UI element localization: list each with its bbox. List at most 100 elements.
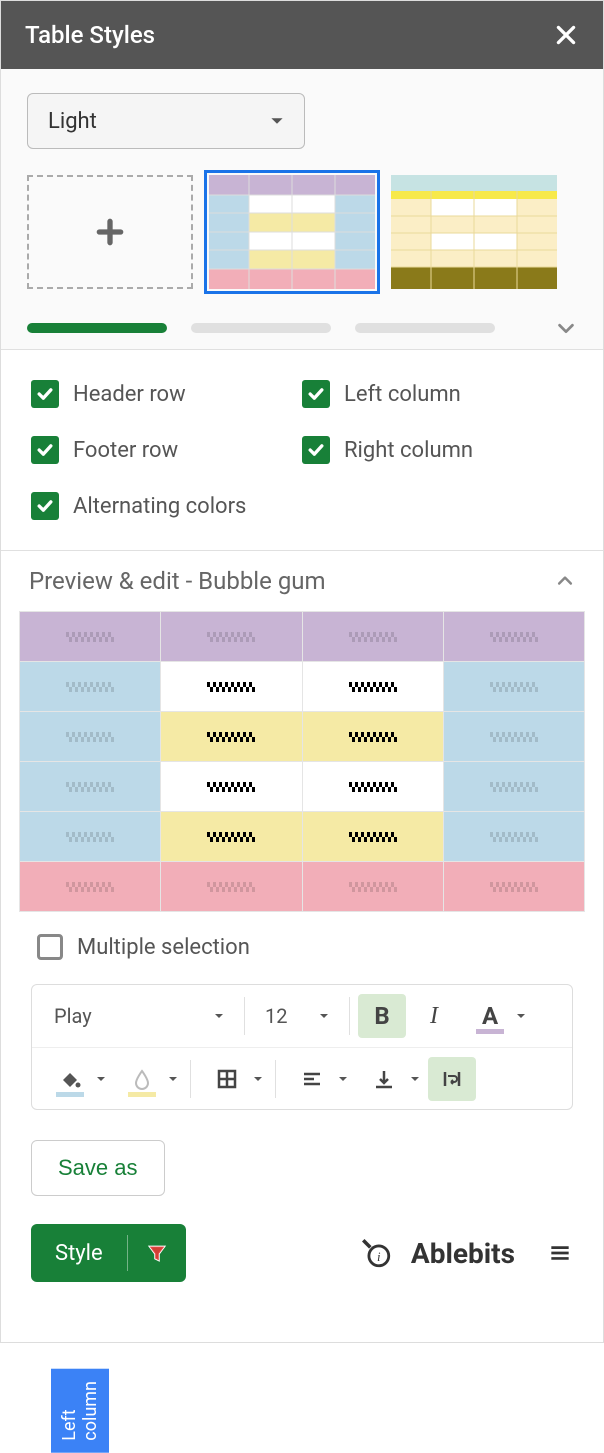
table-parts-section: Header row Left column Footer row Right … [1,350,603,551]
template-thumbnail-2[interactable] [391,175,557,289]
paint-drop-icon [130,1067,154,1091]
add-template-button[interactable] [27,175,193,289]
expand-gallery-button[interactable] [555,317,577,339]
template-thumbnail-bubble-gum[interactable] [209,175,375,289]
preview-header-cell[interactable] [161,612,302,662]
preview-body-cell[interactable] [302,812,443,862]
font-family-dropdown[interactable]: Play [42,1004,236,1028]
gallery-pagination [27,317,577,339]
preview-right-cell[interactable] [443,712,584,762]
accent-color-dropdown[interactable] [114,1057,182,1101]
chevron-down-icon [338,1074,348,1084]
funnel-icon [146,1242,168,1264]
style-filter-dropdown[interactable] [128,1242,186,1264]
preview-body-cell[interactable] [302,762,443,812]
preview-body-cell[interactable] [161,762,302,812]
template-chooser-section: Light [1,69,603,350]
footer-row-checkbox[interactable]: Footer row [31,436,302,464]
table-styles-panel: Table Styles Light [0,0,604,1343]
template-category-dropdown[interactable]: Light [27,93,305,149]
color-swatch [56,1092,84,1097]
dropdown-value: Light [48,109,97,134]
page-indicator-3[interactable] [355,323,495,333]
checkmark-icon [306,440,326,460]
preview-title: Preview & edit - Bubble gum [29,567,326,595]
panel-title: Table Styles [25,21,155,49]
multiple-selection-checkbox[interactable]: Multiple selection [1,912,603,960]
formatting-toolbar: Play 12 B I A [31,984,573,1110]
thumbnail-preview-icon [209,175,375,289]
preview-table: Left column [1,611,603,912]
chevron-down-icon [96,1074,106,1084]
text-wrap-button[interactable] [428,1057,476,1101]
preview-left-cell[interactable] [20,662,161,712]
italic-button[interactable]: I [410,994,458,1038]
chevron-down-icon [555,317,577,339]
header-row-checkbox[interactable]: Header row [31,380,302,408]
text-color-dropdown[interactable]: A [462,994,530,1038]
align-bottom-icon [372,1067,396,1091]
font-size-value: 12 [265,1004,287,1028]
chevron-down-icon [168,1074,178,1084]
separator [244,997,245,1035]
chevron-down-icon [214,1011,224,1021]
preview-body-cell[interactable] [161,662,302,712]
chevron-down-icon [270,114,284,128]
chevron-down-icon [253,1074,263,1084]
preview-header-cell[interactable] [20,612,161,662]
template-gallery [27,175,577,289]
right-column-checkbox[interactable]: Right column [302,436,573,464]
text-wrap-icon [440,1067,464,1091]
preview-footer-cell[interactable] [20,862,161,912]
left-column-checkbox[interactable]: Left column [302,380,573,408]
preview-header-cell[interactable] [443,612,584,662]
chevron-down-icon [410,1074,420,1084]
color-swatch [128,1092,156,1097]
preview-body-cell[interactable] [161,712,302,762]
preview-footer-cell[interactable] [161,862,302,912]
preview-header-cell[interactable] [302,612,443,662]
menu-button[interactable] [547,1240,573,1266]
align-left-icon [300,1067,324,1091]
checkbox-label: Multiple selection [77,935,250,960]
info-button[interactable]: i [359,1236,393,1270]
preview-right-cell[interactable] [443,762,584,812]
preview-footer-cell[interactable] [302,862,443,912]
close-button[interactable] [553,22,579,48]
checkbox-label: Footer row [73,438,178,463]
panel-header: Table Styles [1,1,603,69]
apply-style-button[interactable]: Style [31,1224,186,1282]
preview-body-cell[interactable] [302,662,443,712]
preview-left-cell[interactable] [20,762,161,812]
checkbox-empty-icon [37,934,63,960]
separator [349,997,350,1035]
text-color-icon: A [482,1002,498,1030]
separator [275,1060,276,1098]
preview-body-cell[interactable] [302,712,443,762]
preview-footer-cell[interactable] [443,862,584,912]
font-size-dropdown[interactable]: 12 [253,1004,341,1028]
checkmark-icon [35,496,55,516]
fill-color-dropdown[interactable] [42,1057,110,1101]
borders-dropdown[interactable] [199,1057,267,1101]
checkmark-icon [35,440,55,460]
preview-left-cell[interactable] [20,712,161,762]
button-label: Save as [58,1155,138,1181]
bold-button[interactable]: B [358,994,406,1038]
preview-body-cell[interactable] [161,812,302,862]
save-as-button[interactable]: Save as [31,1140,165,1196]
alternating-colors-checkbox[interactable]: Alternating colors [31,492,302,520]
horizontal-align-dropdown[interactable] [284,1057,352,1101]
vertical-align-dropdown[interactable] [356,1057,424,1101]
left-column-badge[interactable]: Left column [51,1369,109,1453]
preview-right-cell[interactable] [443,812,584,862]
page-indicator-1[interactable] [27,323,167,333]
page-indicator-2[interactable] [191,323,331,333]
separator [190,1060,191,1098]
preview-edit-section: Preview & edit - Bubble gum Left column [1,551,603,1342]
preview-right-cell[interactable] [443,662,584,712]
chevron-down-icon [319,1011,329,1021]
preview-left-cell[interactable] [20,812,161,862]
italic-icon: I [430,1003,438,1030]
preview-header-toggle[interactable]: Preview & edit - Bubble gum [1,567,603,611]
